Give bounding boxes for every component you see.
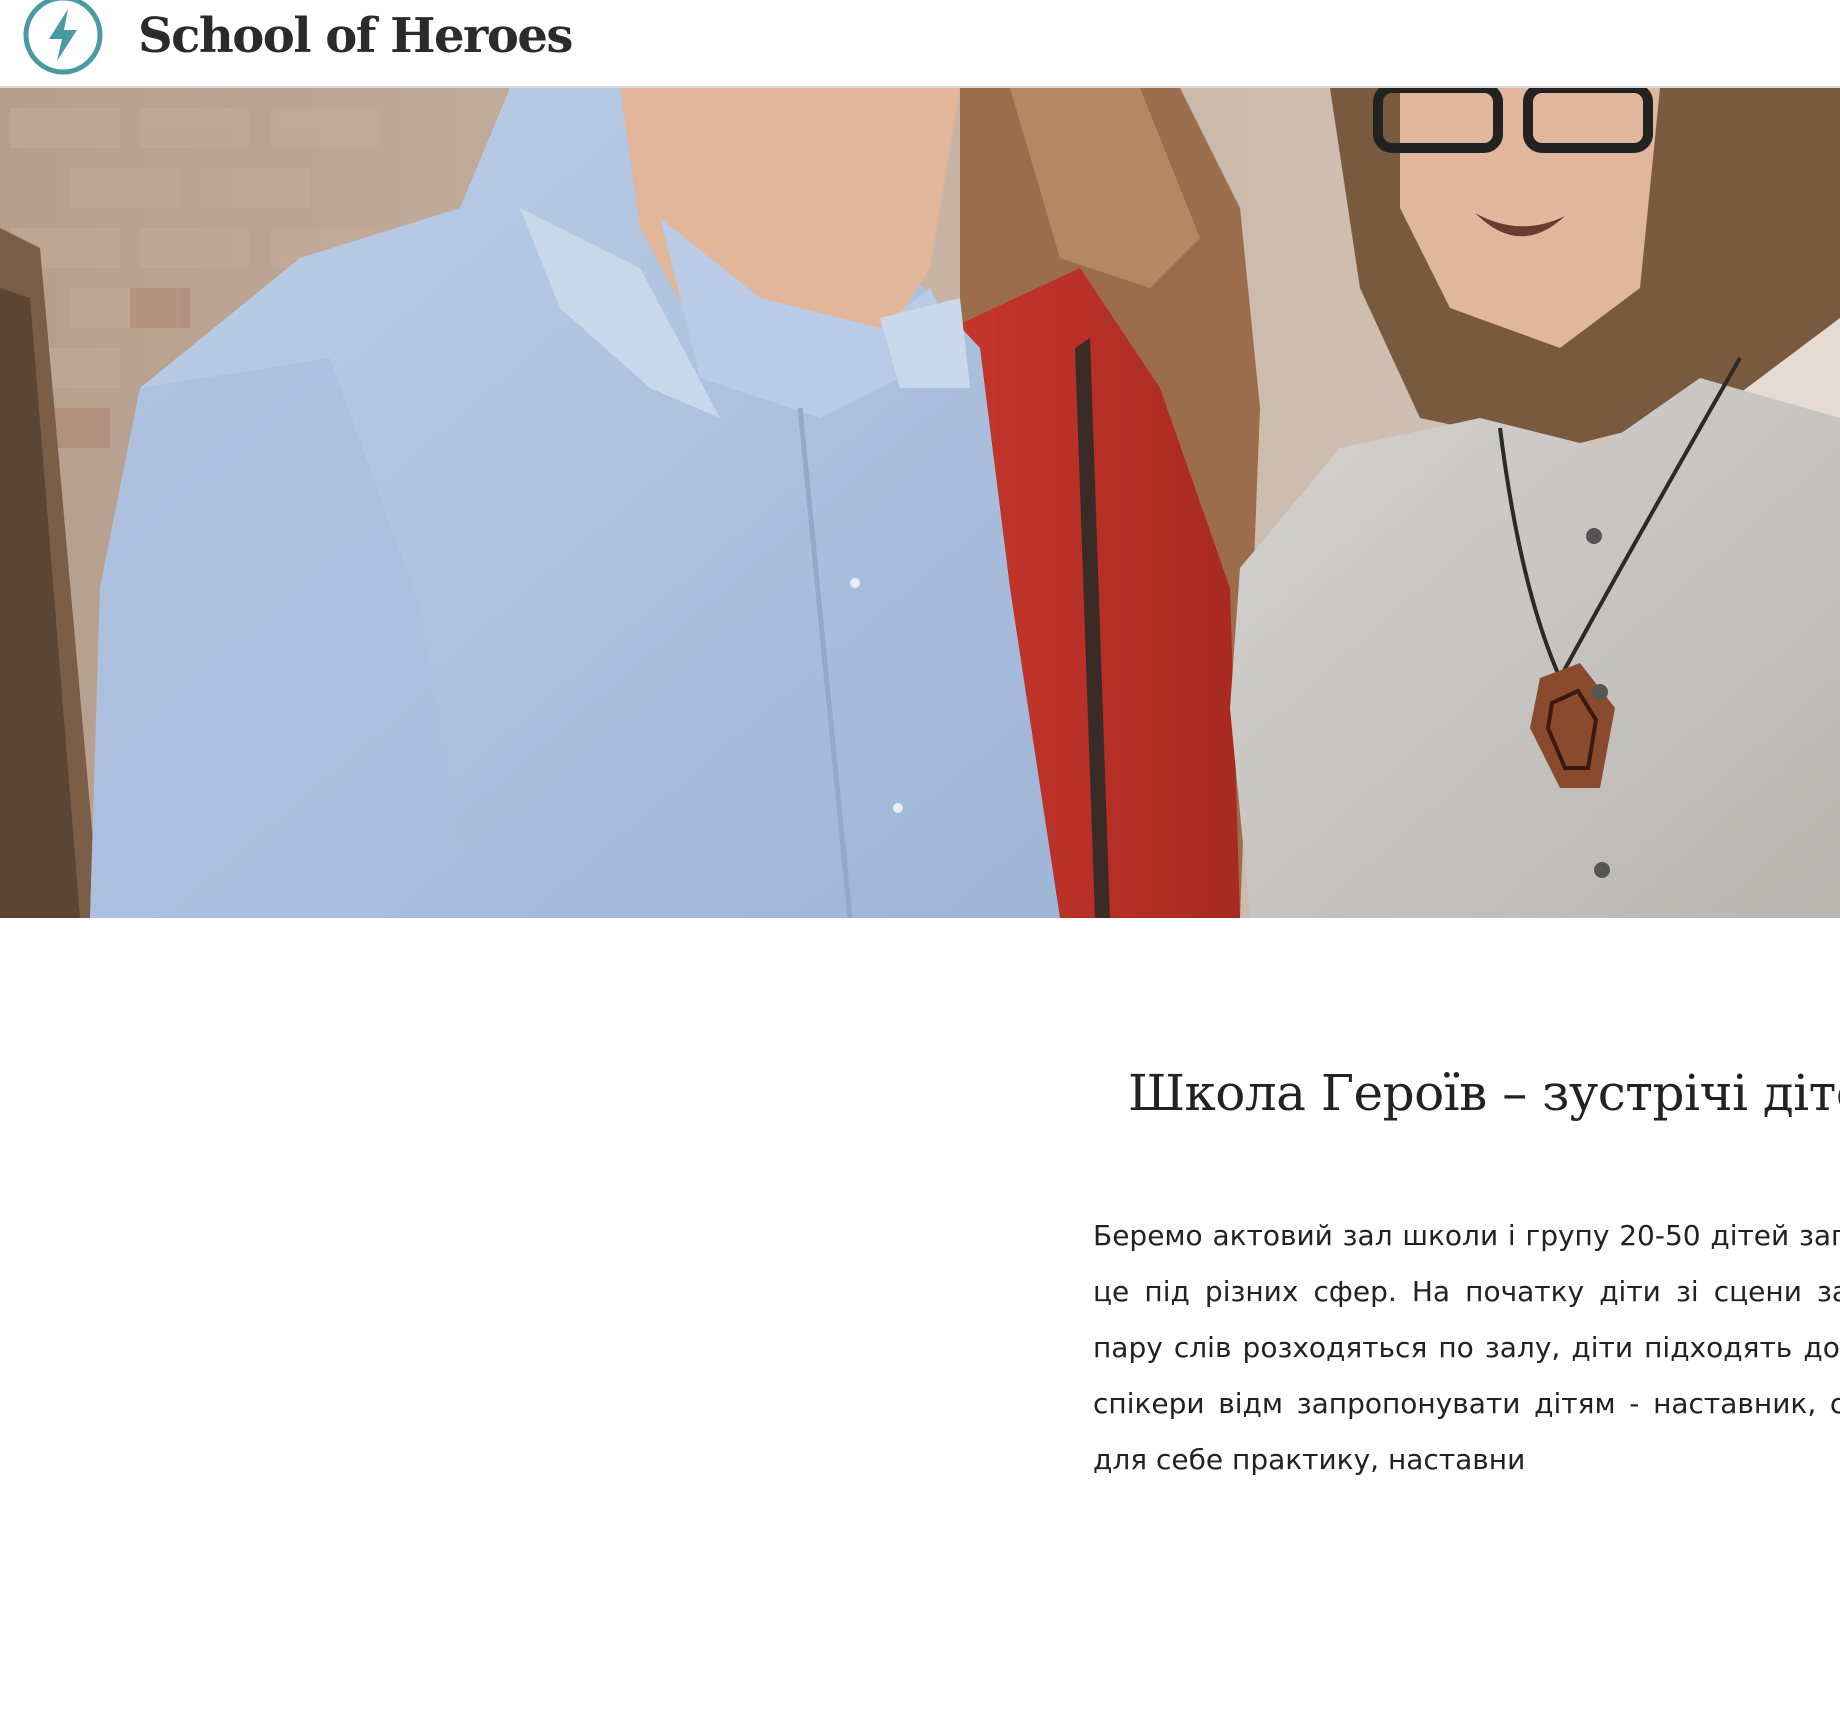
site-header: School of Heroes	[0, 0, 1840, 88]
lightning-bolt-icon	[23, 0, 103, 75]
chevron-down-icon[interactable]	[1618, 910, 1666, 918]
page-title: Школа Героїв – зустрічі дітей	[1128, 1064, 1840, 1122]
hero-photo	[0, 88, 1840, 918]
home-link[interactable]: School of Heroes	[22, 0, 573, 88]
main-content: Школа Героїв – зустрічі дітей Беремо акт…	[0, 918, 1840, 1712]
intro-paragraph: Беремо актовий зал школи і групу 20-50 д…	[1093, 1219, 1840, 1476]
site-title: School of Heroes	[138, 8, 573, 64]
hero-banner	[0, 88, 1840, 918]
